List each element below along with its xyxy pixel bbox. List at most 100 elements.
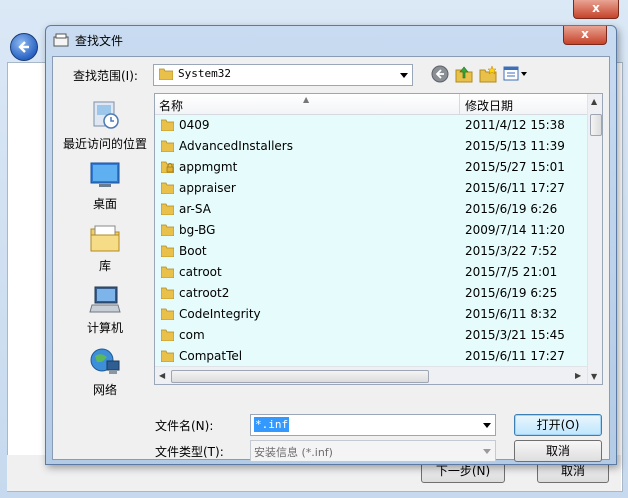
file-row[interactable]: com 2015/3/21 15:45	[155, 325, 587, 346]
look-in-label: 查找范围(I):	[73, 69, 138, 83]
vertical-scrollbar[interactable]: ▲ ▼	[587, 94, 602, 384]
filename-value: *.inf	[254, 417, 290, 432]
file-date: 2015/6/19 6:26	[465, 202, 558, 216]
file-date: 2015/5/13 11:39	[465, 139, 565, 153]
desktop-icon	[90, 162, 120, 187]
file-date: 2009/7/14 11:20	[465, 223, 565, 237]
file-date: 2015/7/5 21:01	[465, 265, 558, 279]
file-row[interactable]: bg-BG 2009/7/14 11:20	[155, 220, 587, 241]
libraries-icon	[90, 225, 120, 252]
folder-icon	[161, 287, 174, 299]
folder-icon	[161, 224, 174, 236]
back-nav-icon[interactable]	[431, 65, 449, 83]
filename-label: 文件名(N):	[155, 419, 214, 433]
place-desktop[interactable]: 桌面	[57, 161, 153, 212]
file-row[interactable]: 0409 2011/4/12 15:38	[155, 115, 587, 136]
network-icon	[90, 348, 120, 374]
column-header: 名称 ▲ 修改日期	[155, 94, 587, 115]
folder-icon	[161, 308, 174, 320]
file-row[interactable]: catroot2 2015/6/19 6:25	[155, 283, 587, 304]
chevron-down-icon[interactable]	[481, 445, 493, 457]
file-name: CompatTel	[179, 349, 243, 363]
scroll-right-icon[interactable]: ▶	[575, 371, 581, 380]
file-date: 2011/4/12 15:38	[465, 118, 565, 132]
file-name: Boot	[179, 244, 207, 258]
place-computer[interactable]: 计算机	[57, 285, 153, 336]
filename-input[interactable]: *.inf	[250, 414, 496, 436]
column-separator[interactable]	[459, 94, 460, 114]
file-row[interactable]: Boot 2015/3/22 7:52	[155, 241, 587, 262]
locked-folder-icon	[161, 161, 174, 173]
look-in-value: System32	[178, 67, 231, 80]
folder-icon	[161, 266, 174, 278]
place-label: 库	[98, 259, 111, 273]
place-libraries[interactable]: 库	[57, 223, 153, 274]
file-date: 2015/6/11 17:27	[465, 349, 565, 363]
file-date: 2015/3/22 7:52	[465, 244, 558, 258]
view-menu-icon[interactable]	[503, 65, 529, 83]
scroll-down-icon[interactable]: ▼	[591, 372, 597, 381]
file-row[interactable]: ar-SA 2015/6/19 6:26	[155, 199, 587, 220]
scroll-left-icon[interactable]: ◀	[159, 371, 165, 380]
folder-icon	[161, 329, 174, 341]
file-name: appraiser	[179, 181, 236, 195]
file-date: 2015/5/27 15:01	[465, 160, 565, 174]
dialog-close-button[interactable]: x	[563, 26, 607, 45]
chevron-down-icon[interactable]	[398, 69, 410, 81]
place-label: 计算机	[86, 321, 123, 335]
scroll-up-icon[interactable]: ▲	[591, 97, 597, 106]
folder-icon	[161, 182, 174, 194]
place-label: 最近访问的位置	[62, 137, 147, 151]
up-folder-icon[interactable]	[455, 65, 473, 83]
file-name: com	[179, 328, 205, 342]
folder-icon	[161, 203, 174, 215]
file-date: 2015/3/21 15:45	[465, 328, 565, 342]
places-bar: 最近访问的位置 桌面 库 计算机 网络	[57, 93, 153, 397]
file-name: 0409	[179, 118, 210, 132]
folder-icon	[161, 140, 174, 152]
horizontal-scroll-thumb[interactable]	[171, 370, 429, 383]
file-name: catroot2	[179, 286, 230, 300]
column-name-header[interactable]: 名称	[159, 97, 183, 114]
file-name: catroot	[179, 265, 222, 279]
back-button[interactable]	[10, 33, 38, 61]
place-recent[interactable]: 最近访问的位置	[57, 99, 153, 152]
folder-icon	[159, 68, 173, 80]
folder-icon	[161, 119, 174, 131]
sort-ascending-icon: ▲	[303, 95, 310, 104]
column-date-header[interactable]: 修改日期	[465, 97, 513, 114]
file-list[interactable]: 名称 ▲ 修改日期 0409 2011/4/12 15:38 AdvancedIns…	[154, 93, 603, 385]
chevron-down-icon[interactable]	[481, 419, 493, 431]
file-row[interactable]: appmgmt 2015/5/27 15:01	[155, 157, 587, 178]
file-rows: 0409 2011/4/12 15:38 AdvancedInstallers 201…	[155, 115, 587, 366]
file-row[interactable]: AdvancedInstallers 2015/5/13 11:39	[155, 136, 587, 157]
folder-icon	[161, 245, 174, 257]
filetype-label: 文件类型(T):	[155, 445, 224, 459]
file-name: appmgmt	[179, 160, 238, 174]
filetype-value: 安装信息 (*.inf)	[254, 446, 333, 459]
computer-icon	[89, 286, 121, 313]
file-row[interactable]: appraiser 2015/6/11 17:27	[155, 178, 587, 199]
place-network[interactable]: 网络	[57, 347, 153, 398]
look-in-combo[interactable]: System32	[153, 64, 413, 86]
file-name: CodeIntegrity	[179, 307, 261, 321]
file-name: AdvancedInstallers	[179, 139, 293, 153]
vertical-scroll-thumb[interactable]	[590, 114, 602, 136]
find-file-dialog: 查找文件 x 查找范围(I): System32 最近访问的位置 桌面 库 计算…	[45, 25, 617, 465]
new-folder-icon[interactable]	[479, 65, 497, 83]
file-row[interactable]: CodeIntegrity 2015/6/11 8:32	[155, 304, 587, 325]
open-button[interactable]: 打开(O)	[514, 414, 602, 436]
cancel-button[interactable]: 取消	[514, 440, 602, 462]
file-date: 2015/6/19 6:25	[465, 286, 558, 300]
back-arrow-icon	[18, 41, 29, 53]
dialog-title-icon	[53, 33, 69, 47]
background-close-button[interactable]: x	[573, 0, 619, 19]
file-date: 2015/6/11 17:27	[465, 181, 565, 195]
place-label: 桌面	[92, 197, 117, 211]
file-row[interactable]: CompatTel 2015/6/11 17:27	[155, 346, 587, 366]
file-date: 2015/6/11 8:32	[465, 307, 558, 321]
horizontal-scrollbar[interactable]: ◀ ▶	[155, 366, 587, 384]
filetype-combo[interactable]: 安装信息 (*.inf)	[250, 440, 496, 462]
dialog-title: 查找文件	[75, 34, 124, 48]
file-row[interactable]: catroot 2015/7/5 21:01	[155, 262, 587, 283]
